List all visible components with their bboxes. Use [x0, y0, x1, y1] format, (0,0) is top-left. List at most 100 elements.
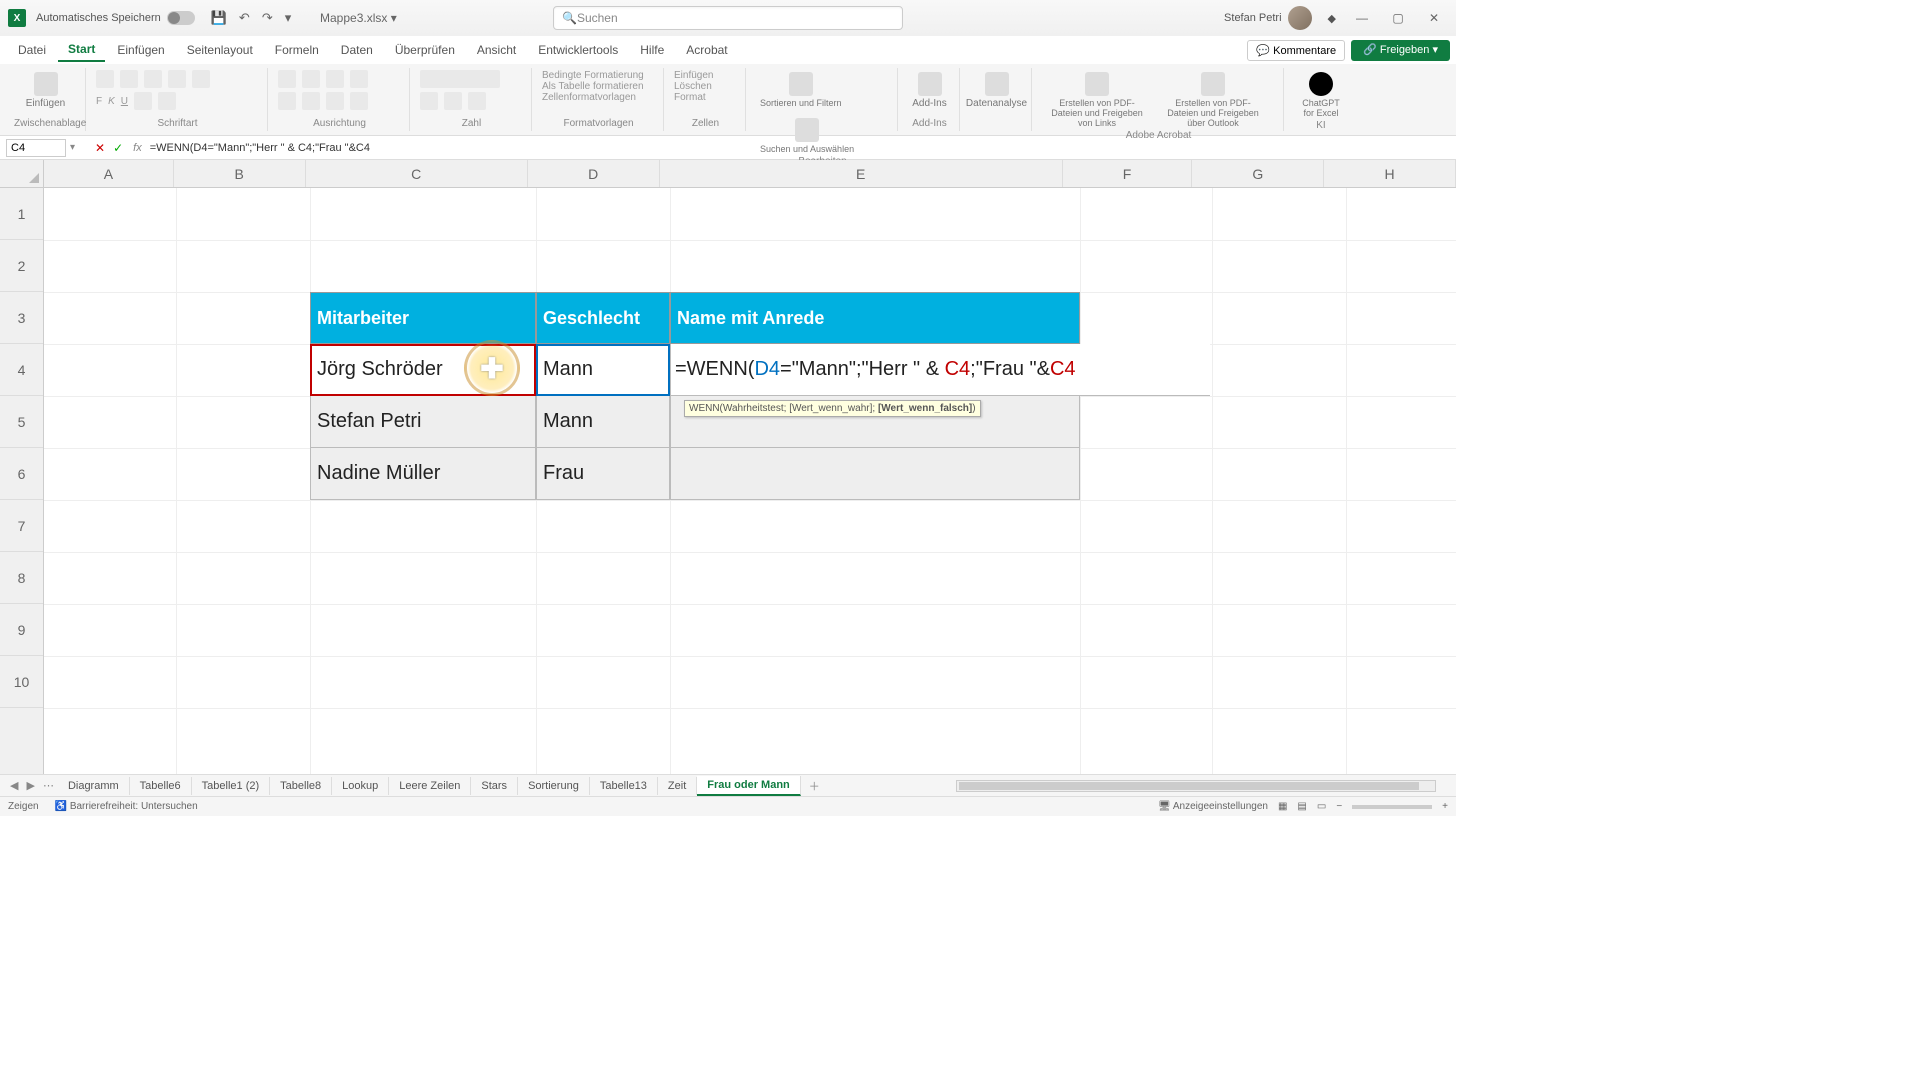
cell-d6[interactable]: Frau — [536, 448, 670, 500]
toggle-switch-icon[interactable] — [167, 11, 195, 25]
sheet-tab[interactable]: Tabelle8 — [270, 777, 332, 795]
pdf-link-button[interactable]: Erstellen von PDF-Dateien und Freigeben … — [1042, 70, 1152, 130]
col-header-b[interactable]: B — [174, 160, 306, 187]
document-title[interactable]: Mappe3.xlsx ▾ — [320, 11, 397, 25]
search-box[interactable]: 🔍 Suchen — [553, 6, 903, 30]
col-header-g[interactable]: G — [1192, 160, 1324, 187]
tab-seitenlayout[interactable]: Seitenlayout — [177, 39, 263, 61]
fx-icon[interactable]: fx — [129, 142, 146, 154]
table-header-geschlecht[interactable]: Geschlecht — [536, 292, 670, 344]
row-header[interactable]: 2 — [0, 240, 43, 292]
cell-c5[interactable]: Stefan Petri — [310, 396, 536, 448]
format-table-button[interactable]: Als Tabelle formatieren — [542, 81, 655, 92]
close-button[interactable]: ✕ — [1420, 11, 1448, 25]
view-normal-icon[interactable]: ▦ — [1278, 801, 1287, 812]
sheet-tab[interactable]: Sortierung — [518, 777, 590, 795]
col-header-c[interactable]: C — [306, 160, 528, 187]
sheet-tab[interactable]: Lookup — [332, 777, 389, 795]
namebox-dropdown-icon[interactable]: ▾ — [70, 142, 75, 153]
sheet-tab[interactable]: Diagramm — [58, 777, 130, 795]
cell-d4[interactable]: Mann — [536, 344, 670, 396]
col-header-h[interactable]: H — [1324, 160, 1456, 187]
redo-icon[interactable]: ↷ — [262, 10, 273, 26]
tab-start[interactable]: Start — [58, 38, 105, 62]
cond-format-button[interactable]: Bedingte Formatierung — [542, 70, 655, 81]
sheet-tab[interactable]: Tabelle6 — [130, 777, 192, 795]
share-button[interactable]: 🔗 Freigeben ▾ — [1351, 40, 1450, 61]
cell-styles-button[interactable]: Zellenformatvorlagen — [542, 92, 655, 103]
sheet-tab[interactable]: Leere Zeilen — [389, 777, 471, 795]
cell-d5[interactable]: Mann — [536, 396, 670, 448]
display-settings-button[interactable]: 🖥 Anzeigeeinstellungen — [1158, 801, 1268, 812]
insert-cells-button[interactable]: Einfügen — [674, 70, 737, 81]
tab-datei[interactable]: Datei — [8, 39, 56, 61]
row-header[interactable]: 10 — [0, 656, 43, 708]
sheet-tab[interactable]: Zeit — [658, 777, 697, 795]
paste-button[interactable]: Einfügen — [14, 70, 77, 111]
tab-acrobat[interactable]: Acrobat — [676, 39, 737, 61]
row-header[interactable]: 5 — [0, 396, 43, 448]
tab-hilfe[interactable]: Hilfe — [630, 39, 674, 61]
tab-formeln[interactable]: Formeln — [265, 39, 329, 61]
cell-c4[interactable]: Jörg Schröder — [310, 344, 536, 396]
accept-formula-icon[interactable]: ✓ — [111, 141, 125, 155]
col-header-d[interactable]: D — [528, 160, 660, 187]
accessibility-status[interactable]: ♿ Barrierefreiheit: Untersuchen — [55, 801, 198, 812]
col-header-e[interactable]: E — [660, 160, 1063, 187]
delete-cells-button[interactable]: Löschen — [674, 81, 737, 92]
horizontal-scrollbar[interactable] — [956, 780, 1436, 792]
qat-dropdown-icon[interactable]: ▾ — [285, 10, 292, 26]
chatgpt-button[interactable]: ChatGPT for Excel — [1294, 70, 1348, 120]
sheet-nav-prev[interactable]: ◀ — [6, 779, 22, 792]
find-select-button[interactable]: Suchen und Auswählen — [756, 116, 858, 156]
row-header[interactable]: 1 — [0, 188, 43, 240]
tab-entwicklertools[interactable]: Entwicklertools — [528, 39, 628, 61]
diamond-icon[interactable]: ◆ — [1328, 12, 1336, 25]
cell-c6[interactable]: Nadine Müller — [310, 448, 536, 500]
view-pagebreak-icon[interactable]: ▭ — [1317, 801, 1326, 812]
table-header-anrede[interactable]: Name mit Anrede — [670, 292, 1080, 344]
save-icon[interactable]: 💾 — [211, 10, 227, 26]
zoom-out-icon[interactable]: − — [1336, 801, 1342, 812]
name-box[interactable]: C4 — [6, 139, 66, 157]
col-header-f[interactable]: F — [1063, 160, 1193, 187]
sort-filter-button[interactable]: Sortieren und Filtern — [756, 70, 846, 110]
autosave-toggle[interactable]: Automatisches Speichern — [36, 11, 195, 25]
cancel-formula-icon[interactable]: ✕ — [93, 141, 107, 155]
row-header[interactable]: 4 — [0, 344, 43, 396]
minimize-button[interactable]: — — [1348, 11, 1376, 25]
format-cells-button[interactable]: Format — [674, 92, 737, 103]
row-header[interactable]: 6 — [0, 448, 43, 500]
zoom-in-icon[interactable]: + — [1442, 801, 1448, 812]
row-header[interactable]: 8 — [0, 552, 43, 604]
cell-e4-editing[interactable]: =WENN(D4="Mann";"Herr " & C4;"Frau "&C4 — [670, 344, 1210, 396]
tab-daten[interactable]: Daten — [331, 39, 383, 61]
sheet-tab[interactable]: Tabelle13 — [590, 777, 658, 795]
data-analysis-button[interactable]: Datenanalyse — [970, 70, 1023, 111]
add-sheet-button[interactable]: ＋ — [801, 778, 828, 794]
table-header-mitarbeiter[interactable]: Mitarbeiter — [310, 292, 536, 344]
sheet-tab-active[interactable]: Frau oder Mann — [697, 776, 801, 796]
row-header[interactable]: 3 — [0, 292, 43, 344]
row-header[interactable]: 9 — [0, 604, 43, 656]
comments-button[interactable]: 💬 Kommentare — [1247, 40, 1345, 61]
tab-ueberpruefen[interactable]: Überprüfen — [385, 39, 465, 61]
sheet-nav-more[interactable]: ⋯ — [39, 779, 58, 792]
sheet-tab[interactable]: Tabelle1 (2) — [192, 777, 270, 795]
sheet-nav-next[interactable]: ▶ — [22, 779, 38, 792]
cell-e6[interactable] — [670, 448, 1080, 500]
sheet-tab[interactable]: Stars — [471, 777, 518, 795]
maximize-button[interactable]: ▢ — [1384, 11, 1412, 25]
tab-einfuegen[interactable]: Einfügen — [107, 39, 174, 61]
tab-ansicht[interactable]: Ansicht — [467, 39, 526, 61]
cells-area[interactable]: Mitarbeiter Geschlecht Name mit Anrede J… — [44, 188, 1456, 774]
row-header[interactable]: 7 — [0, 500, 43, 552]
select-all-corner[interactable] — [0, 160, 44, 188]
addins-button[interactable]: Add-Ins — [908, 70, 951, 111]
undo-icon[interactable]: ↶ — [239, 10, 250, 26]
user-account[interactable]: Stefan Petri ◆ — [1224, 6, 1336, 30]
col-header-a[interactable]: A — [44, 160, 174, 187]
zoom-slider[interactable] — [1352, 805, 1432, 809]
view-pagelayout-icon[interactable]: ▤ — [1297, 801, 1306, 812]
pdf-outlook-button[interactable]: Erstellen von PDF-Dateien und Freigeben … — [1158, 70, 1268, 130]
